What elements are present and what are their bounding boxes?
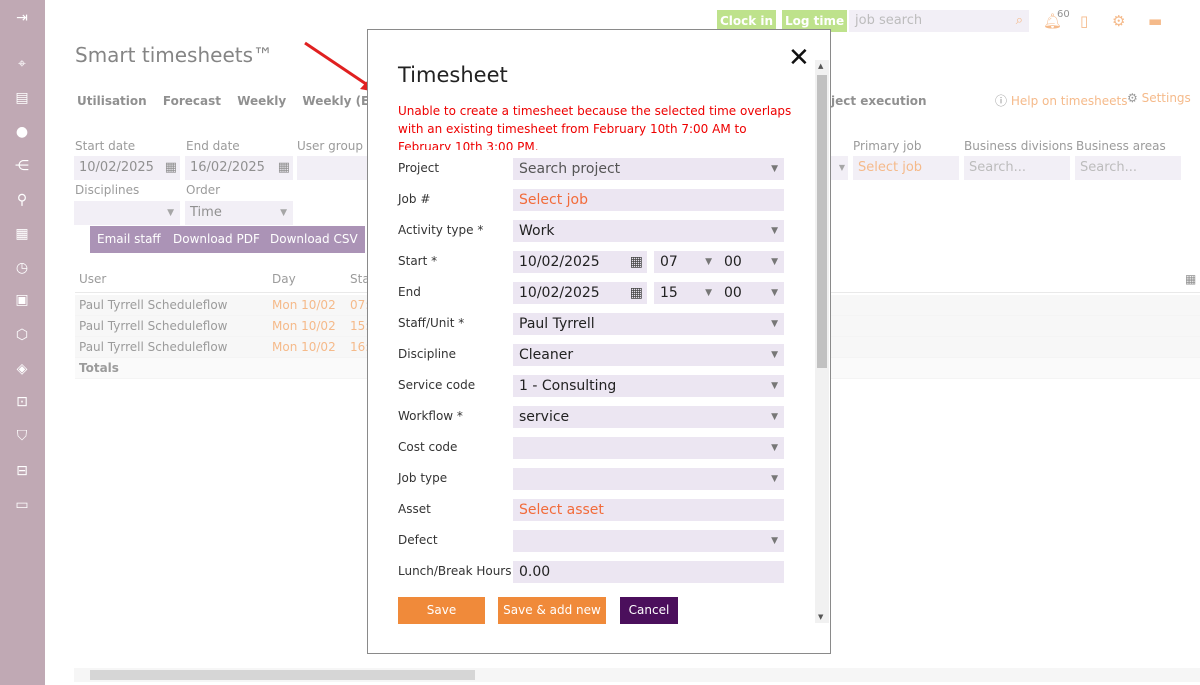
service-code-label: Service code <box>398 378 476 392</box>
end-minute-select[interactable]: 00 ▼ <box>718 282 784 304</box>
timesheet-modal: Timesheet ✕ Unable to create a timesheet… <box>367 29 831 654</box>
start-hour-select[interactable]: 07 ▼ <box>654 251 718 273</box>
job-input[interactable]: Select job <box>513 189 784 211</box>
project-value: Search project <box>519 161 621 177</box>
start-date-field[interactable]: 10/02/2025 ▦ <box>513 251 647 273</box>
cancel-button[interactable]: Cancel <box>620 597 678 624</box>
start-minute-select[interactable]: 00 ▼ <box>718 251 784 273</box>
error-message: Unable to create a timesheet because the… <box>398 104 792 150</box>
chevron-down-icon: ▼ <box>771 474 778 484</box>
chevron-down-icon: ▼ <box>771 412 778 422</box>
calendar-icon[interactable]: ▦ <box>630 282 643 304</box>
start-date-value: 10/02/2025 <box>519 254 600 270</box>
save-button[interactable]: Save <box>398 597 485 624</box>
asset-label: Asset <box>398 502 431 516</box>
workflow-label: Workflow * <box>398 409 463 423</box>
start-hour-value: 07 <box>660 254 678 270</box>
workflow-value: service <box>519 409 570 425</box>
discipline-value: Cleaner <box>519 347 574 363</box>
end-date-field[interactable]: 10/02/2025 ▦ <box>513 282 647 304</box>
project-label: Project <box>398 161 440 175</box>
scroll-up-icon[interactable]: ▲ <box>818 62 823 70</box>
staff-unit-value: Paul Tyrrell <box>519 316 595 332</box>
end-hour-select[interactable]: 15 ▼ <box>654 282 718 304</box>
service-code-value: 1 - Consulting <box>519 378 617 394</box>
start-minute-value: 00 <box>724 254 742 270</box>
cost-code-select[interactable]: ▼ <box>513 437 784 459</box>
discipline-label: Discipline <box>398 347 457 361</box>
asset-input[interactable]: Select asset <box>513 499 784 521</box>
defect-label: Defect <box>398 533 438 547</box>
cost-code-label: Cost code <box>398 440 458 454</box>
job-type-label: Job type <box>398 471 448 485</box>
lunch-break-input[interactable]: 0.00 <box>513 561 784 583</box>
staff-unit-select[interactable]: Paul Tyrrell ▼ <box>513 313 784 335</box>
chevron-down-icon: ▼ <box>771 288 778 298</box>
end-label: End <box>398 285 421 299</box>
start-label: Start * <box>398 254 438 268</box>
chevron-down-icon: ▼ <box>771 164 778 174</box>
job-type-select[interactable]: ▼ <box>513 468 784 490</box>
calendar-icon[interactable]: ▦ <box>630 251 643 273</box>
scroll-thumb[interactable] <box>817 75 827 368</box>
service-code-select[interactable]: 1 - Consulting ▼ <box>513 375 784 397</box>
activity-type-select[interactable]: Work ▼ <box>513 220 784 242</box>
modal-title: Timesheet <box>398 63 508 87</box>
chevron-down-icon: ▼ <box>705 288 712 298</box>
close-icon[interactable]: ✕ <box>788 44 810 72</box>
workflow-select[interactable]: service ▼ <box>513 406 784 428</box>
end-hour-value: 15 <box>660 285 678 301</box>
chevron-down-icon: ▼ <box>771 319 778 329</box>
end-date-value: 10/02/2025 <box>519 285 600 301</box>
chevron-down-icon: ▼ <box>771 536 778 546</box>
end-minute-value: 00 <box>724 285 742 301</box>
activity-type-value: Work <box>519 223 555 239</box>
job-label: Job # <box>398 192 431 206</box>
staff-unit-label: Staff/Unit * <box>398 316 465 330</box>
chevron-down-icon: ▼ <box>771 443 778 453</box>
discipline-select[interactable]: Cleaner ▼ <box>513 344 784 366</box>
modal-scrollbar[interactable]: ▲ ▼ <box>815 60 829 623</box>
chevron-down-icon: ▼ <box>771 350 778 360</box>
defect-select[interactable]: ▼ <box>513 530 784 552</box>
chevron-down-icon: ▼ <box>771 381 778 391</box>
chevron-down-icon: ▼ <box>771 226 778 236</box>
chevron-down-icon: ▼ <box>705 257 712 267</box>
activity-type-label: Activity type * <box>398 223 484 237</box>
lunch-break-label: Lunch/Break Hours <box>398 564 512 578</box>
chevron-down-icon: ▼ <box>771 257 778 267</box>
save-and-add-new-button[interactable]: Save & add new <box>498 597 606 624</box>
scroll-down-icon[interactable]: ▼ <box>818 613 823 621</box>
project-select[interactable]: Search project ▼ <box>513 158 784 180</box>
